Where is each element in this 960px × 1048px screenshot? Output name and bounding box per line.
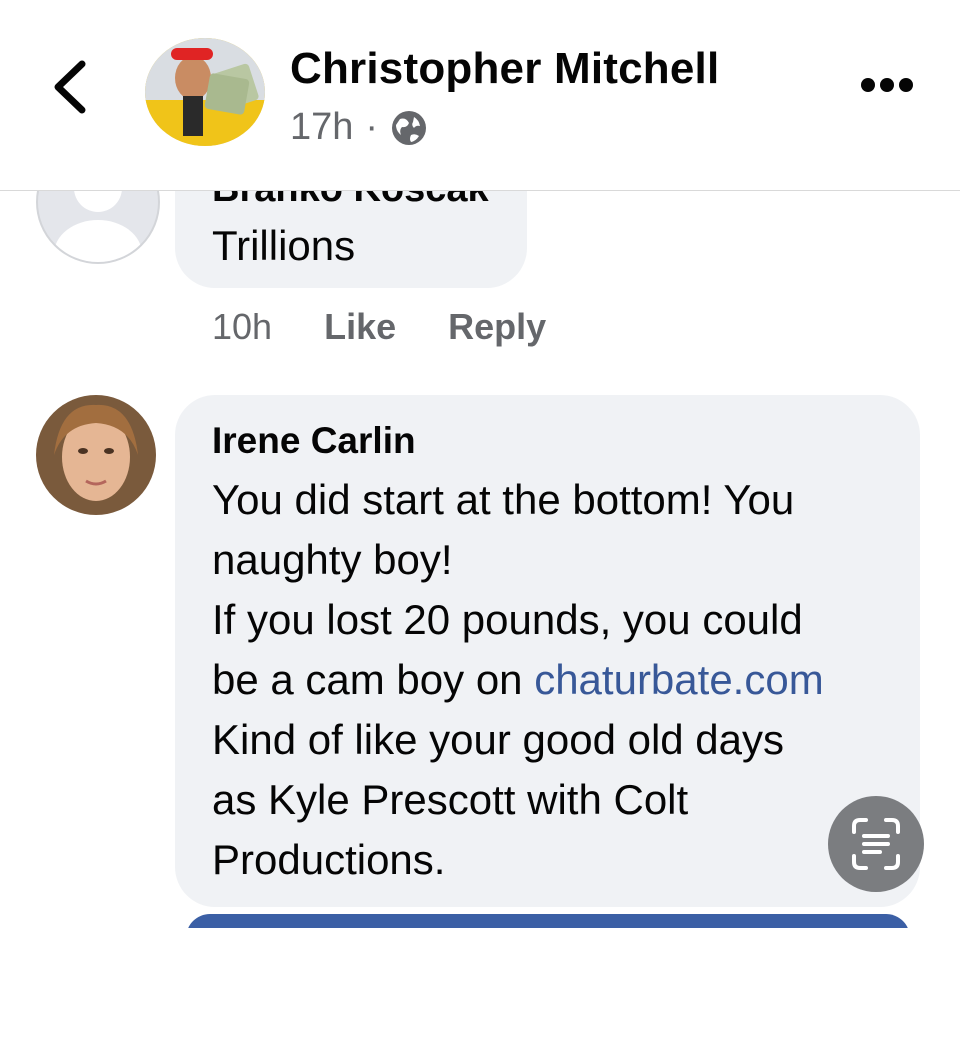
commenter-avatar[interactable] xyxy=(36,395,156,515)
comment-author[interactable]: Irene Carlin xyxy=(212,420,416,462)
comment-line: be a cam boy on chaturbate.com xyxy=(212,650,824,710)
author-name[interactable]: Christopher Mitchell xyxy=(290,44,719,94)
back-button[interactable] xyxy=(44,52,104,122)
comment-line: Productions. xyxy=(212,836,446,883)
comment-actions: 10h Like Reply xyxy=(212,306,598,348)
author-avatar[interactable] xyxy=(145,38,265,146)
comment-time: 10h xyxy=(212,306,273,347)
comment-link[interactable]: chaturbate.com xyxy=(534,656,824,703)
comment-line: You did start at the bottom! You xyxy=(212,476,795,523)
meta-separator: · xyxy=(365,106,379,148)
more-options-button[interactable] xyxy=(858,70,918,100)
post-time: 17h xyxy=(290,106,354,148)
comment-line: as Kyle Prescott with Colt xyxy=(212,776,689,823)
comment-line-text: be a cam boy on xyxy=(212,656,535,703)
comment-line: Kind of like your good old days xyxy=(212,716,785,763)
text-scan-button[interactable] xyxy=(828,796,924,892)
globe-icon xyxy=(392,110,427,145)
reply-button[interactable]: Reply xyxy=(448,306,546,348)
post-meta: 17h · xyxy=(290,106,428,149)
post-header: Christopher Mitchell 17h · xyxy=(0,0,960,191)
like-button[interactable]: Like xyxy=(324,306,396,348)
bottom-blank-area xyxy=(0,928,960,1048)
text-scan-icon xyxy=(852,818,900,870)
comment-text: Trillions xyxy=(212,222,356,269)
comment-line: naughty boy! xyxy=(212,536,453,583)
more-dots-icon xyxy=(861,78,913,92)
chevron-left-icon xyxy=(54,60,86,114)
comment-line: If you lost 20 pounds, you could xyxy=(212,596,803,643)
